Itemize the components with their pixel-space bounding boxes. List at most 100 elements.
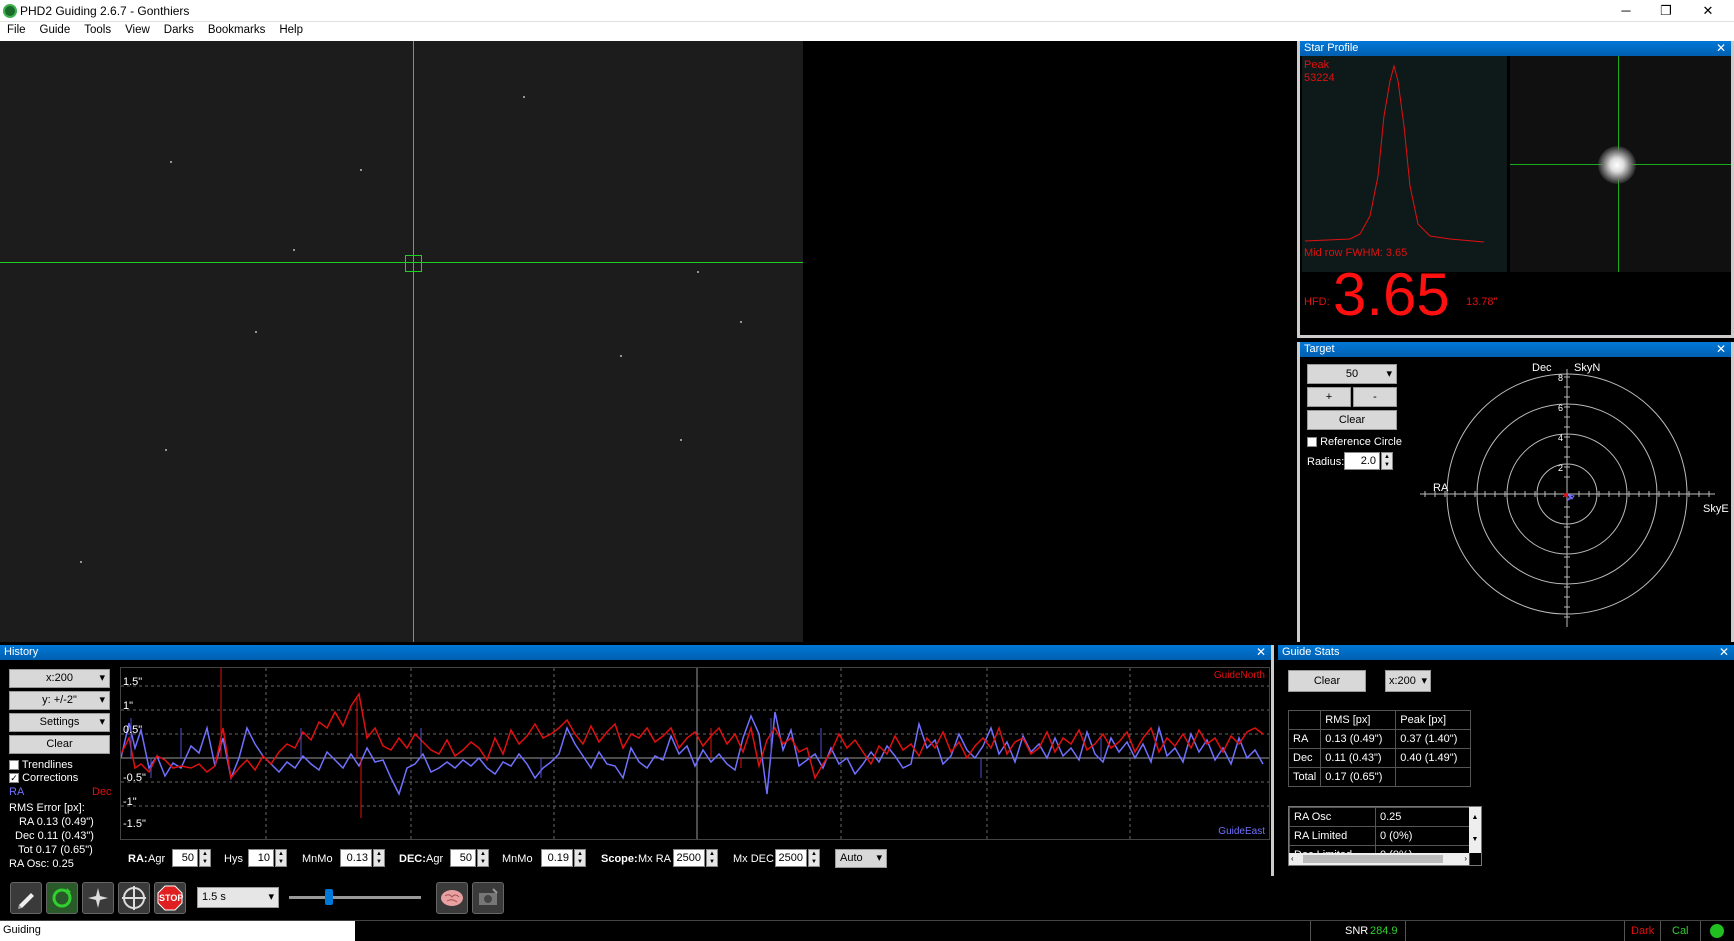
vertical-scrollbar[interactable]: ▲ ▼ [1469, 807, 1481, 853]
maximize-button[interactable]: ❐ [1646, 0, 1686, 22]
radius-spinner[interactable]: ▲ ▼ [1381, 452, 1393, 470]
target-clear-button[interactable]: Clear [1307, 410, 1397, 430]
cam-settings-button[interactable] [472, 882, 504, 914]
stats-clear-button[interactable]: Clear [1288, 670, 1366, 692]
auto-select-star-button[interactable] [82, 882, 114, 914]
y-label-0-5: 0.5" [123, 724, 143, 736]
loop-icon [52, 888, 72, 908]
history-graph-svg [120, 668, 1269, 839]
zoom-out-button[interactable]: - [1353, 387, 1397, 407]
y-label-neg-1: -1" [123, 796, 137, 808]
gamma-slider[interactable] [289, 896, 421, 899]
gamma-slider-thumb[interactable] [325, 889, 333, 905]
x-scale-select[interactable]: x:200 ▾ [9, 669, 110, 688]
reference-circle-checkbox[interactable]: Reference Circle [1307, 436, 1402, 448]
loop-button[interactable] [46, 882, 78, 914]
menu-guide[interactable]: Guide [33, 22, 78, 38]
exposure-select[interactable]: 1.5 s ▾ [197, 887, 279, 908]
hys-spinner[interactable]: ▲ ▼ [275, 849, 287, 867]
y-scale-select[interactable]: y: +/-2" ▾ [9, 691, 110, 710]
status-bar: Guiding SNR 284.9 Dark Cal [0, 920, 1734, 941]
stats-x-scale-select[interactable]: x:200 ▾ [1385, 670, 1431, 692]
skyn-label: SkyN [1574, 362, 1601, 374]
stats-col-rms: RMS [px] [1320, 710, 1397, 730]
dec-mnmo-label: MnMo [502, 853, 533, 865]
star [293, 249, 295, 251]
guide-button[interactable] [118, 882, 150, 914]
zoom-select[interactable]: 50 ▾ [1307, 364, 1397, 384]
skye-label: SkyE [1703, 503, 1729, 515]
minimize-button[interactable]: ─ [1606, 0, 1646, 22]
dec-mnmo-spinner[interactable]: ▲ ▼ [574, 849, 586, 867]
snr-label: SNR [1345, 925, 1369, 937]
close-icon[interactable]: ✕ [1716, 41, 1726, 56]
menu-tools[interactable]: Tools [77, 22, 118, 38]
horizontal-scrollbar[interactable]: ‹ › [1289, 853, 1469, 865]
close-icon[interactable]: ✕ [1716, 342, 1726, 357]
history-clear-button[interactable]: Clear [9, 735, 110, 754]
ra-legend: RA [9, 786, 25, 798]
dec-agr-input[interactable]: 50 [450, 849, 476, 867]
mx-ra-input[interactable]: 2500 [673, 849, 705, 867]
star [170, 161, 172, 163]
table-row: RA 0.13 (0.49") 0.37 (1.40") [1287, 729, 1472, 749]
rms-tot: Tot 0.17 (0.65") [18, 844, 93, 856]
target-panel: Target ✕ 50 ▾ + - Clear Reference Circle… [1297, 342, 1734, 642]
star-zoom-view [1510, 56, 1731, 272]
pencil-icon [18, 893, 34, 909]
trendlines-checkbox[interactable]: Trendlines [9, 759, 73, 771]
brain-button[interactable] [436, 882, 468, 914]
close-button[interactable]: ✕ [1688, 0, 1728, 22]
table-row: RA Osc 0.25 [1289, 807, 1470, 827]
hys-input[interactable]: 10 [248, 849, 274, 867]
rms-dec: Dec 0.11 (0.43") [15, 830, 94, 842]
mx-ra-label: Mx RA [638, 853, 671, 865]
close-icon[interactable]: ✕ [1719, 645, 1729, 660]
mx-dec-input[interactable]: 2500 [775, 849, 807, 867]
y-label-neg-0-5: -0.5" [123, 772, 146, 784]
ra-mnmo-input[interactable]: 0.13 [340, 849, 372, 867]
title-bar: PHD2 Guiding 2.6.7 - Gonthiers ─ ❐ ✕ [0, 0, 1734, 22]
zoom-in-button[interactable]: + [1307, 387, 1351, 407]
ra-agr-spinner[interactable]: ▲ ▼ [199, 849, 211, 867]
star [680, 439, 682, 441]
crosshair-horizontal [0, 262, 803, 263]
camera-view[interactable] [0, 41, 803, 642]
radius-input[interactable]: 2.0 [1344, 452, 1380, 470]
use-camera-button[interactable] [10, 882, 42, 914]
ra-mnmo-spinner[interactable]: ▲ ▼ [373, 849, 385, 867]
dec-agr-spinner[interactable]: ▲ ▼ [477, 849, 489, 867]
status-state: Guiding [3, 924, 41, 936]
ra-axis-label: RA [1433, 482, 1449, 494]
history-settings-button[interactable]: Settings ▾ [9, 713, 110, 732]
ra-agr-input[interactable]: 50 [172, 849, 198, 867]
menu-file[interactable]: File [0, 22, 33, 38]
guide-star-box [405, 255, 422, 272]
mx-dec-spinner[interactable]: ▲ ▼ [808, 849, 820, 867]
corrections-checkbox[interactable]: ✓ Corrections [9, 772, 78, 784]
table-row: Dec 0.11 (0.43") 0.40 (1.49") [1287, 748, 1472, 768]
target-header: Target ✕ [1300, 342, 1731, 357]
stop-button[interactable]: STOP [154, 882, 186, 914]
menu-view[interactable]: View [118, 22, 157, 38]
menu-bookmarks[interactable]: Bookmarks [201, 22, 273, 38]
close-icon[interactable]: ✕ [1256, 645, 1266, 660]
menu-darks[interactable]: Darks [157, 22, 201, 38]
history-header: History ✕ [0, 645, 1271, 660]
ra-osc: RA Osc: 0.25 [9, 858, 74, 870]
history-graph[interactable]: 1.5" 1" 0.5" -0.5" -1" -1.5" GuideNorth … [120, 667, 1270, 840]
rms-ra: RA 0.13 (0.49") [19, 816, 94, 828]
guide-stats-table: RMS [px] Peak [px] RA 0.13 (0.49") 0.37 … [1287, 710, 1472, 787]
ra-mnmo-label: MnMo [302, 853, 333, 865]
hfd-label: HFD: [1304, 296, 1330, 308]
dec-mnmo-input[interactable]: 0.19 [541, 849, 573, 867]
table-row: Total 0.17 (0.65") [1287, 767, 1472, 787]
dark-indicator: Dark [1631, 925, 1655, 937]
mx-ra-spinner[interactable]: ▲ ▼ [706, 849, 718, 867]
star-profile-title: Star Profile [1304, 42, 1359, 54]
osc-stats-list[interactable]: RA Osc0.25 RA Limited0 (0%) Dec Limited0… [1288, 806, 1482, 866]
window-title: PHD2 Guiding 2.6.7 - Gonthiers [20, 4, 190, 18]
menu-help[interactable]: Help [272, 22, 310, 38]
target-plot [1420, 369, 1715, 627]
dec-mode-select[interactable]: Auto ▾ [835, 849, 887, 868]
